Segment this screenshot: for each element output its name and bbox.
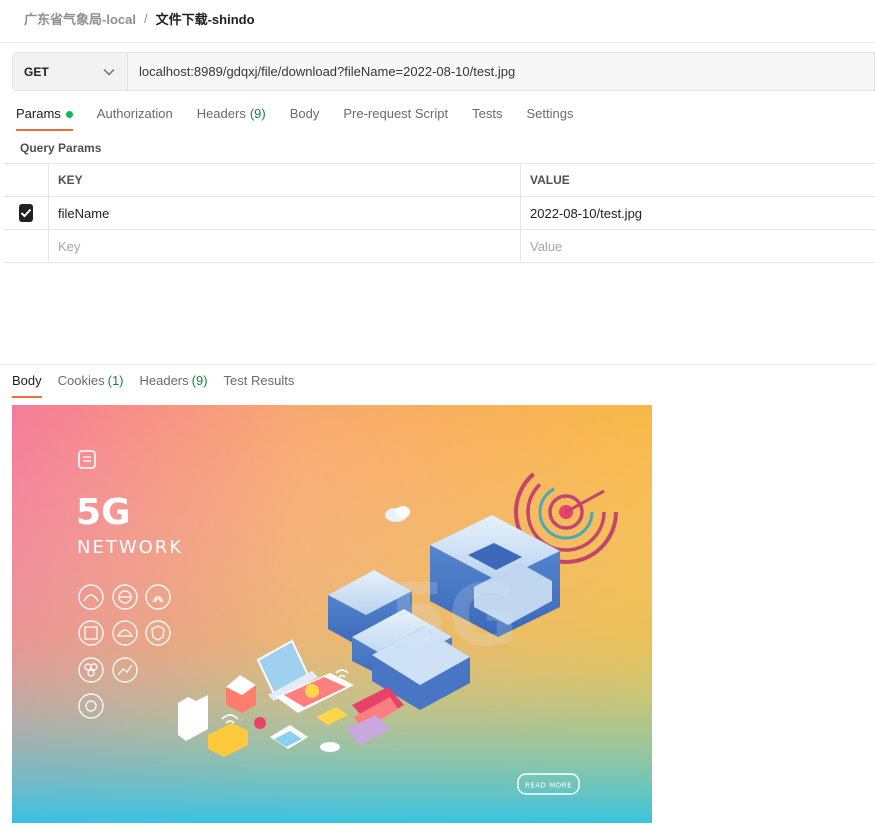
tab-tests[interactable]: Tests: [472, 106, 502, 130]
method-select[interactable]: GET: [13, 53, 128, 90]
tab-settings[interactable]: Settings: [526, 106, 573, 130]
chevron-down-icon: [103, 64, 115, 79]
tab-tests-label: Tests: [472, 106, 503, 121]
tab-cookies[interactable]: Cookies (1): [58, 373, 124, 397]
column-header-value: VALUE: [530, 173, 570, 187]
tab-headers-label: Headers: [196, 106, 246, 121]
params-table: KEY VALUE fileName 2022-08-10/test.jpg K…: [4, 163, 875, 263]
tab-settings-label: Settings: [526, 106, 574, 121]
url-bar: GET localhost:8989/gdqxj/file/download?f…: [12, 52, 875, 91]
tab-body-label: Body: [289, 106, 320, 121]
breadcrumb-workspace[interactable]: 广东省气象局-local: [24, 9, 136, 28]
tab-pre-request-script[interactable]: Pre-request Script: [343, 106, 448, 130]
new-param-row: Key Value: [4, 230, 875, 263]
tab-response-headers-count: (9): [191, 373, 208, 388]
checkmark-icon: [20, 208, 32, 218]
param-value-cell[interactable]: 2022-08-10/test.jpg: [521, 197, 875, 229]
tab-params[interactable]: Params: [16, 106, 73, 131]
tab-response-body-label: Body: [12, 373, 42, 388]
tab-response-headers-label: Headers: [139, 373, 189, 388]
tab-test-results-label: Test Results: [223, 373, 295, 388]
response-image-preview: 5G NETWORK 5G READ MORE: [12, 405, 652, 823]
header-divider: [0, 42, 875, 43]
tab-response-headers[interactable]: Headers (9): [140, 373, 208, 397]
table-row: fileName 2022-08-10/test.jpg: [4, 197, 875, 230]
query-params-title: Query Params: [20, 141, 102, 155]
tab-cookies-label: Cookies: [57, 373, 105, 388]
new-row-check-cell: [4, 230, 49, 262]
tab-authorization[interactable]: Authorization: [97, 106, 173, 130]
tab-authorization-label: Authorization: [96, 106, 173, 121]
read-more-label: READ MORE: [525, 782, 572, 790]
request-tabs: Params Authorization Headers (9) Body Pr…: [16, 106, 597, 131]
tab-pre-request-script-label: Pre-request Script: [343, 106, 449, 121]
response-tabs: Body Cookies (1) Headers (9) Test Results: [12, 373, 310, 398]
new-key-input[interactable]: Key: [49, 230, 521, 262]
tab-cookies-count: (1): [107, 373, 124, 388]
tab-test-results[interactable]: Test Results: [224, 373, 295, 397]
header-check-cell: [4, 164, 49, 196]
breadcrumb: 广东省气象局-local / 文件下载-shindo: [24, 9, 255, 28]
param-key-cell[interactable]: fileName: [49, 197, 521, 229]
params-active-dot: [65, 111, 73, 118]
tab-response-body[interactable]: Body: [12, 373, 42, 398]
tab-headers[interactable]: Headers (9): [197, 106, 266, 130]
row-check-cell: [4, 197, 49, 229]
param-checkbox[interactable]: [19, 204, 33, 222]
image-subtitle: NETWORK: [77, 537, 183, 558]
tab-params-label: Params: [16, 106, 61, 121]
params-header-row: KEY VALUE: [4, 164, 875, 197]
breadcrumb-separator: /: [143, 10, 148, 26]
column-header-key: KEY: [49, 164, 521, 196]
method-label: GET: [24, 64, 49, 79]
tab-headers-count: (9): [249, 106, 266, 121]
image-headline: 5G: [76, 492, 131, 533]
url-input[interactable]: localhost:8989/gdqxj/file/download?fileN…: [128, 53, 874, 90]
request-name[interactable]: 文件下载-shindo: [156, 9, 255, 28]
image-center-text: 5G: [388, 566, 518, 666]
network-5g-illustration: 5G NETWORK 5G READ MORE: [12, 405, 652, 823]
pane-divider[interactable]: [0, 364, 875, 365]
tab-body[interactable]: Body: [290, 106, 320, 130]
new-value-input[interactable]: Value: [521, 230, 875, 262]
